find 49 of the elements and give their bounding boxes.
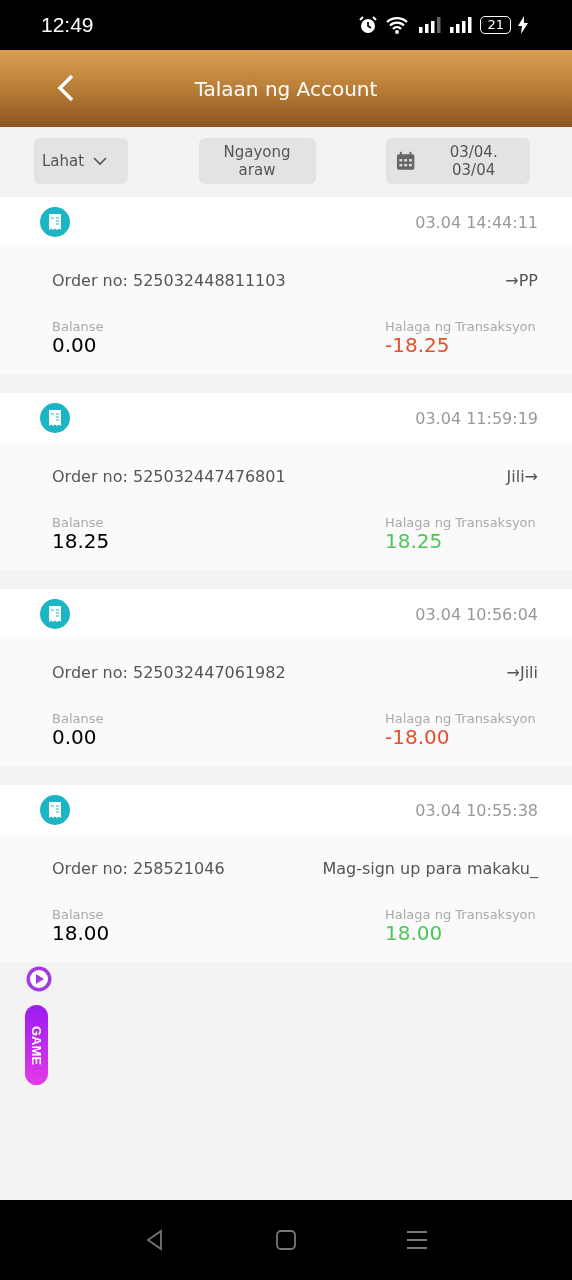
amount-label: Halaga ng Transaksyon — [385, 711, 537, 726]
battery-level: 21 — [480, 16, 511, 34]
date-range-button[interactable]: 03/04. 03/04 — [386, 138, 530, 184]
receipt-icon — [39, 206, 71, 238]
order-number: Order no: 258521046 — [52, 858, 225, 878]
balance-value: 0.00 — [52, 334, 98, 356]
amount-value: -18.25 — [385, 334, 451, 356]
status-time: 12:49 — [41, 13, 94, 37]
amount-label: Halaga ng Transaksyon — [385, 907, 537, 922]
record-time: 03.04 10:55:38 — [415, 800, 538, 820]
order-number: Order no: 525032447476801 — [52, 466, 286, 486]
signal-icon — [449, 16, 474, 34]
record-time: 03.04 14:44:11 — [415, 212, 538, 232]
menu-icon[interactable] — [404, 1228, 429, 1252]
balance-label: Balanse — [52, 515, 105, 530]
signal-icon — [418, 16, 443, 34]
type-dropdown[interactable]: Lahat — [34, 138, 128, 184]
home-nav-icon[interactable] — [274, 1228, 298, 1252]
transfer-target: Jili→ — [506, 466, 538, 486]
balance-value: 18.25 — [52, 530, 110, 552]
alarm-icon — [358, 15, 379, 35]
amount-value: 18.25 — [385, 530, 443, 552]
transfer-target: Mag-sign up para makaku_ — [322, 858, 538, 878]
balance-value: 0.00 — [52, 726, 98, 748]
transfer-target: →Jili — [506, 662, 538, 682]
chevron-down-icon — [92, 156, 109, 166]
amount-label: Halaga ng Transaksyon — [385, 319, 537, 334]
amount-value: 18.00 — [385, 922, 443, 944]
charging-icon — [518, 16, 528, 34]
amount-label: Halaga ng Transaksyon — [385, 515, 537, 530]
order-number: Order no: 525032447061982 — [52, 662, 286, 682]
calendar-icon — [396, 151, 416, 171]
game-button[interactable]: GAME — [25, 1005, 48, 1085]
receipt-icon — [39, 402, 71, 434]
order-number: Order no: 525032448811103 — [52, 270, 286, 290]
record-time: 03.04 10:56:04 — [415, 604, 538, 624]
balance-value: 18.00 — [52, 922, 110, 944]
page-title: Talaan ng Account — [194, 76, 378, 101]
period-button[interactable]: Ngayong araw — [198, 138, 316, 184]
back-icon[interactable] — [56, 73, 76, 103]
transfer-target: →PP — [505, 270, 538, 290]
balance-label: Balanse — [52, 319, 104, 334]
balance-label: Balanse — [52, 907, 105, 922]
record-time: 03.04 11:59:19 — [415, 408, 538, 428]
receipt-icon — [39, 794, 71, 826]
receipt-icon — [39, 598, 71, 630]
balance-label: Balanse — [52, 711, 104, 726]
play-icon[interactable] — [26, 966, 52, 992]
amount-value: -18.00 — [385, 726, 451, 748]
